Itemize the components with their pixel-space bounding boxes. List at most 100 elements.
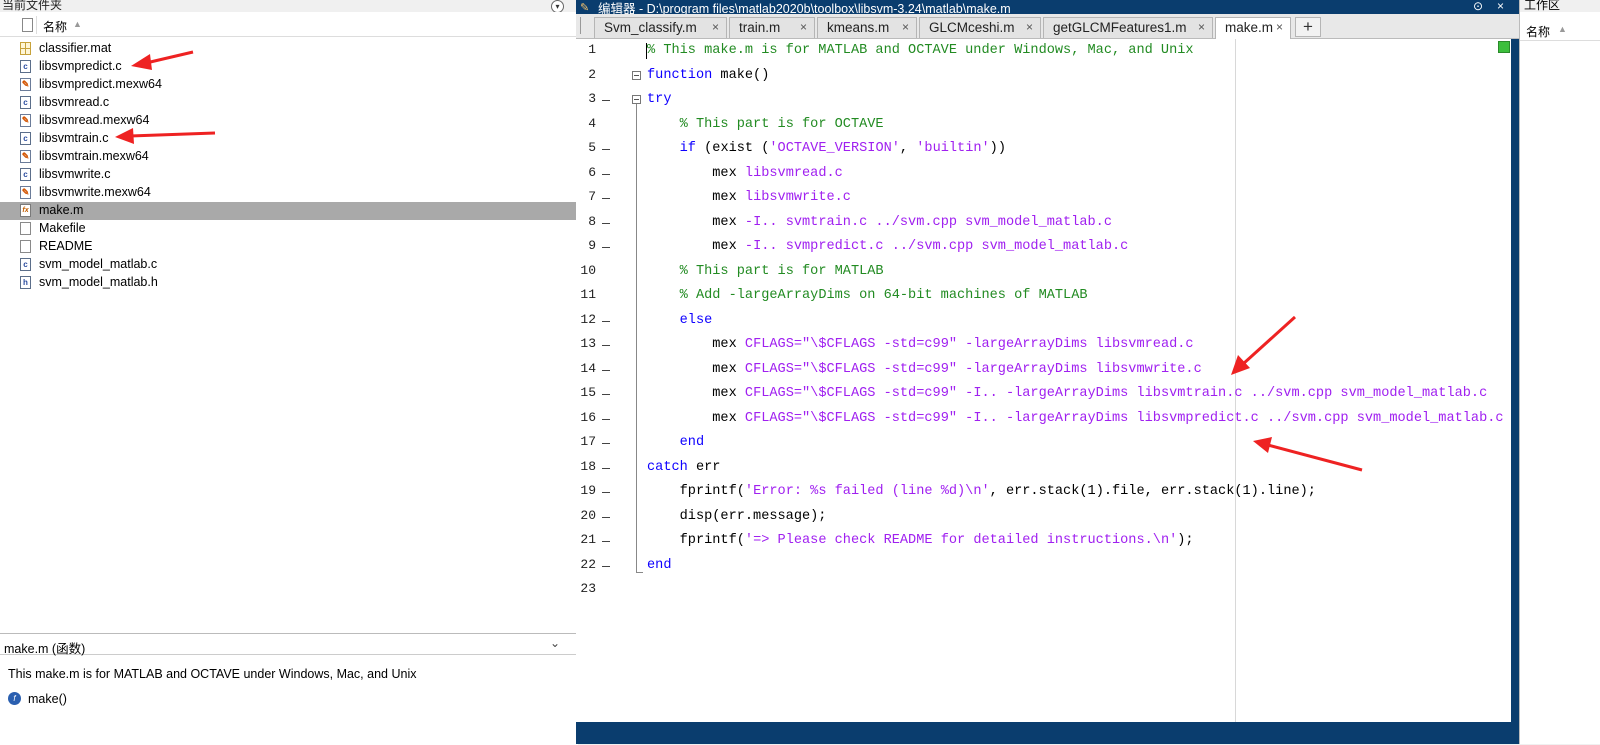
string-token: 'Error: %s failed (line %d)\n' [744,484,990,499]
close-tab-icon[interactable]: × [1276,20,1283,34]
code-line[interactable]: mex CFLAGS="\$CFLAGS -std=c99" -I.. -lar… [647,385,1487,403]
editor-tab[interactable]: getGLCMFeatures1.m × [1043,17,1213,38]
line-number: 23 [580,581,596,596]
breakpoint-marker[interactable] [602,198,610,199]
close-tab-icon[interactable]: × [1198,20,1205,34]
file-row[interactable]: h svm_model_matlab.h [0,274,578,292]
code-line[interactable]: disp(err.message); [647,508,827,526]
breakpoint-marker[interactable] [602,222,610,224]
file-row[interactable]: ✎ libsvmtrain.mexw64 [0,148,578,166]
code-line[interactable]: % Add -largeArrayDims on 64-bit machines… [647,287,1088,305]
breakpoint-marker[interactable] [602,149,610,150]
close-tab-icon[interactable]: × [712,20,719,34]
breakpoint-marker[interactable] [602,492,610,493]
breakpoint-marker[interactable] [602,100,610,101]
breakpoint-marker[interactable] [602,394,610,395]
editor-tab[interactable]: kmeans.m × [817,17,917,38]
file-row[interactable]: fx make.m [0,202,578,220]
code-area[interactable]: 1 % This make.m is for MATLAB and OCTAVE … [576,39,1511,722]
code-line[interactable]: fprintf('Error: %s failed (line %d)\n', … [647,483,1316,501]
breakpoint-marker[interactable] [602,173,610,175]
breakpoint-marker[interactable] [602,565,610,567]
file-row[interactable]: ✎ libsvmpredict.mexw64 [0,76,578,94]
file-row[interactable]: c libsvmpredict.c [0,58,578,76]
code-line[interactable]: mex -I.. svmtrain.c ../svm.cpp svm_model… [647,214,1112,232]
editor-tab[interactable]: GLCMceshi.m × [919,17,1041,38]
mex-file-icon: ✎ [20,150,31,163]
new-tab-button[interactable]: + [1295,17,1321,37]
code-token: mex [647,239,745,254]
close-tab-icon[interactable]: × [1026,20,1033,34]
breakpoint-marker[interactable] [602,467,610,469]
file-name: libsvmwrite.c [39,167,111,181]
code-line[interactable]: % This part is for MATLAB [647,263,884,281]
current-folder-panel: 当前文件夹 ▾ 名称 ▲ classifier.mat c libsvmpredic… [0,0,578,745]
breakpoint-marker[interactable] [602,369,610,371]
file-row[interactable]: c libsvmread.c [0,94,578,112]
breakpoint-marker[interactable] [602,320,610,322]
file-row[interactable]: README [0,238,578,256]
editor-tab-label: make.m [1225,20,1274,35]
code-token: , [899,141,917,156]
file-row[interactable]: c libsvmwrite.c [0,166,578,184]
close-tab-icon[interactable]: × [902,20,909,34]
code-line[interactable]: mex -I.. svmpredict.c ../svm.cpp svm_mod… [647,238,1128,256]
breakpoint-marker[interactable] [602,541,610,542]
line-number: 15 [580,385,596,400]
code-token: mex [647,386,745,401]
breakpoint-marker[interactable] [602,443,610,444]
function-icon: f [8,692,21,705]
code-line[interactable]: mex libsvmread.c [647,165,843,183]
file-row[interactable]: ✎ libsvmwrite.mexw64 [0,184,578,202]
editor-options-icon[interactable]: ⊙ [1473,0,1483,13]
breakpoint-marker[interactable] [602,247,610,248]
file-row[interactable]: Makefile [0,220,578,238]
plain-file-icon [20,222,31,235]
editor-tab[interactable]: train.m × [729,17,815,38]
line-number: 3 [588,91,596,106]
code-line[interactable]: if (exist ('OCTAVE_VERSION', 'builtin')) [647,140,1006,158]
string-token: CFLAGS="\$CFLAGS -std=c99" -largeArrayDi… [744,361,1202,377]
code-line[interactable]: fprintf('=> Please check README for deta… [647,532,1194,550]
code-line[interactable]: end [647,434,704,452]
code-line[interactable]: mex CFLAGS="\$CFLAGS -std=c99" -I.. -lar… [647,410,1503,428]
fold-toggle-icon[interactable] [632,70,641,80]
workspace-name-column[interactable]: 名称 [1526,23,1550,40]
code-line[interactable]: % This make.m is for MATLAB and OCTAVE u… [647,42,1194,60]
name-column-header[interactable]: 名称 [43,18,67,35]
string-token: -I.. svmtrain.c ../svm.cpp svm_model_mat… [744,214,1112,230]
code-line[interactable]: mex CFLAGS="\$CFLAGS -std=c99" -largeArr… [647,361,1202,379]
breakpoint-marker[interactable] [602,418,610,420]
file-row[interactable]: c libsvmtrain.c [0,130,578,148]
code-line[interactable]: mex libsvmwrite.c [647,189,851,207]
file-row[interactable]: ✎ libsvmread.mexw64 [0,112,578,130]
code-analyzer-status-icon[interactable] [1498,41,1510,53]
code-line[interactable]: catch err [647,459,720,477]
code-line[interactable]: else [647,312,713,330]
code-line[interactable]: mex CFLAGS="\$CFLAGS -std=c99" -largeArr… [647,336,1193,354]
code-line[interactable]: try [647,91,671,109]
code-line[interactable]: % This part is for OCTAVE [647,116,884,134]
editor-scrollbar[interactable] [1511,39,1519,722]
editor-close-icon[interactable]: × [1497,0,1504,13]
file-row[interactable]: classifier.mat [0,40,578,58]
editor-tab-label: Svm_classify.m [604,20,697,35]
editor-titlebar: ✎ 编辑器 - D:\program files\matlab2020b\too… [576,0,1519,14]
breakpoint-marker[interactable] [602,516,610,518]
code-token: mex [647,410,745,426]
close-tab-icon[interactable]: × [800,20,807,34]
breakpoint-marker[interactable] [602,345,610,346]
details-function-signature[interactable]: make() [28,692,67,706]
editor-tab[interactable]: make.m × [1215,17,1291,39]
chevron-down-icon[interactable]: ⌄ [550,636,560,650]
fold-guide-line [636,103,637,573]
panel-actions-icon[interactable]: ▾ [551,0,564,12]
fold-toggle-icon[interactable] [632,95,641,104]
editor-tab[interactable]: Svm_classify.m × [594,17,727,38]
code-token: mex [647,214,745,230]
code-line[interactable]: function make() [647,67,769,85]
line-number: 11 [580,287,596,302]
file-row[interactable]: c svm_model_matlab.c [0,256,578,274]
code-line[interactable]: end [647,557,671,575]
